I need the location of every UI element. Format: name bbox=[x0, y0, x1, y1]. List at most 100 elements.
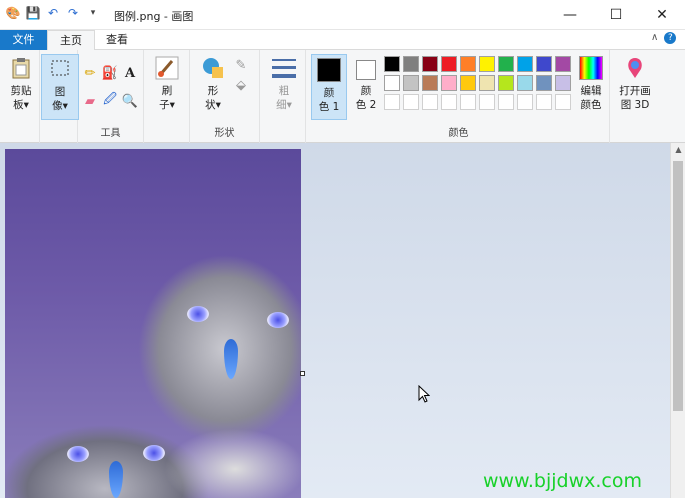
palette-swatch[interactable] bbox=[498, 56, 514, 72]
paint3d-icon bbox=[628, 58, 642, 78]
palette-swatch[interactable] bbox=[441, 94, 457, 110]
window-title: 图例.png - 画图 bbox=[114, 10, 194, 23]
palette-swatch[interactable] bbox=[384, 94, 400, 110]
pencil-icon[interactable]: ✏ bbox=[81, 64, 99, 82]
outline-icon[interactable]: ✎ bbox=[232, 56, 250, 74]
owl-eye bbox=[187, 306, 209, 322]
palette-swatch[interactable] bbox=[536, 75, 552, 91]
maximize-button[interactable]: ☐ bbox=[593, 0, 639, 30]
image-label: 图 像▾ bbox=[52, 86, 68, 112]
resize-handle[interactable] bbox=[300, 371, 305, 376]
colors-group-label: 颜色 bbox=[448, 128, 469, 139]
shapes-group: 形 状▾ ✎ ⬙ 形状 bbox=[190, 50, 260, 143]
palette-swatch[interactable] bbox=[517, 75, 533, 91]
owl-beak bbox=[109, 461, 123, 498]
tab-file[interactable]: 文件 bbox=[0, 30, 47, 50]
brushes-button[interactable]: 刷 子▾ bbox=[148, 54, 186, 120]
shapes-label: 形 状▾ bbox=[205, 85, 221, 111]
color-picker-icon[interactable]: 🖉 bbox=[101, 92, 119, 110]
tools-group-label: 工具 bbox=[100, 128, 121, 139]
eraser-icon[interactable]: ▰ bbox=[81, 92, 99, 110]
tab-view[interactable]: 查看 bbox=[94, 30, 140, 50]
palette-swatch[interactable] bbox=[479, 75, 495, 91]
palette-swatch[interactable] bbox=[555, 94, 571, 110]
palette-swatch[interactable] bbox=[479, 94, 495, 110]
minimize-button[interactable]: — bbox=[547, 0, 593, 30]
scroll-thumb[interactable] bbox=[673, 161, 683, 411]
owl-eye bbox=[267, 312, 289, 328]
tools-group: ✏ ⛽ A ▰ 🖉 🔍 工具 bbox=[78, 50, 144, 143]
maximize-icon: ☐ bbox=[609, 7, 623, 23]
palette-swatch[interactable] bbox=[441, 56, 457, 72]
tab-home[interactable]: 主页 bbox=[47, 30, 95, 51]
palette-swatch[interactable] bbox=[403, 56, 419, 72]
magnifier-icon[interactable]: 🔍 bbox=[121, 92, 139, 110]
palette-swatch[interactable] bbox=[460, 56, 476, 72]
palette-swatch[interactable] bbox=[422, 94, 438, 110]
palette-swatch[interactable] bbox=[422, 56, 438, 72]
customize-dropdown-icon[interactable]: ▾ bbox=[86, 6, 100, 20]
text-icon[interactable]: A bbox=[121, 64, 139, 82]
shapes-button[interactable]: 形 状▾ bbox=[194, 54, 232, 120]
scroll-up-icon[interactable]: ▲ bbox=[671, 145, 685, 159]
palette-swatch[interactable] bbox=[555, 75, 571, 91]
palette-swatch[interactable] bbox=[403, 75, 419, 91]
collapse-ribbon-icon[interactable]: ∧ bbox=[651, 32, 658, 44]
undo-icon[interactable]: ↶ bbox=[46, 6, 60, 20]
palette-swatch[interactable] bbox=[517, 94, 533, 110]
palette-swatch[interactable] bbox=[517, 56, 533, 72]
close-icon: ✕ bbox=[656, 7, 668, 23]
title-bar: 🎨 💾 ↶ ↷ ▾ 图例.png - 画图 — ☐ ✕ bbox=[0, 0, 685, 30]
size-button[interactable]: 粗 细▾ bbox=[265, 54, 303, 120]
color1-swatch bbox=[317, 58, 341, 82]
edit-colors-icon bbox=[579, 56, 603, 80]
palette-swatch[interactable] bbox=[555, 56, 571, 72]
owl-image[interactable] bbox=[5, 149, 301, 498]
open-paint3d-button[interactable]: 打开画 图 3D bbox=[614, 54, 656, 120]
color1-button[interactable]: 颜 色 1 bbox=[311, 54, 347, 120]
paint3d-label: 打开画 图 3D bbox=[619, 85, 651, 111]
mouse-cursor-icon bbox=[418, 385, 430, 403]
shapes-group-label: 形状 bbox=[214, 128, 235, 139]
shapes-icon bbox=[203, 58, 223, 78]
palette-swatch[interactable] bbox=[479, 56, 495, 72]
palette-swatch[interactable] bbox=[422, 75, 438, 91]
clipboard-button[interactable]: 剪贴 板▾ bbox=[2, 54, 40, 120]
help-icon[interactable]: ? bbox=[664, 32, 677, 44]
owl-eye bbox=[143, 445, 165, 461]
paint-app-icon[interactable]: 🎨 bbox=[6, 6, 21, 20]
size-group: 粗 细▾ bbox=[262, 50, 306, 143]
color2-button[interactable]: 颜 色 2 bbox=[348, 54, 384, 120]
ribbon: 剪贴 板▾ 图 像▾ ✏ ⛽ A ▰ 🖉 🔍 工具 刷 子▾ 形 状▾ ✎ ⬙ … bbox=[0, 50, 685, 143]
ribbon-tabs: 文件 主页 查看 bbox=[0, 30, 685, 51]
close-button[interactable]: ✕ bbox=[639, 0, 685, 30]
palette-swatch[interactable] bbox=[498, 75, 514, 91]
color2-swatch bbox=[356, 60, 376, 80]
vertical-scrollbar[interactable]: ▲ bbox=[670, 143, 685, 498]
image-button[interactable]: 图 像▾ bbox=[41, 54, 79, 120]
fill-icon[interactable]: ⛽ bbox=[101, 64, 119, 82]
palette-swatch[interactable] bbox=[403, 94, 419, 110]
palette-swatch[interactable] bbox=[498, 94, 514, 110]
palette-swatch[interactable] bbox=[460, 94, 476, 110]
ribbon-options: ∧ ? bbox=[651, 32, 677, 44]
edit-colors-button[interactable]: 编辑 颜色 bbox=[572, 54, 610, 120]
select-icon bbox=[51, 60, 69, 76]
palette-swatch[interactable] bbox=[536, 56, 552, 72]
redo-icon[interactable]: ↷ bbox=[66, 6, 80, 20]
clipboard-group: 剪贴 板▾ bbox=[0, 50, 40, 143]
palette-swatch[interactable] bbox=[384, 56, 400, 72]
palette-swatch[interactable] bbox=[460, 75, 476, 91]
brushes-group: 刷 子▾ bbox=[144, 50, 190, 143]
palette-swatch[interactable] bbox=[384, 75, 400, 91]
quick-access-toolbar: 🎨 💾 ↶ ↷ ▾ bbox=[6, 6, 100, 20]
edit-colors-label: 编辑 颜色 bbox=[580, 85, 602, 111]
color-palette bbox=[384, 56, 574, 116]
palette-swatch[interactable] bbox=[441, 75, 457, 91]
save-icon[interactable]: 💾 bbox=[26, 6, 41, 20]
owl-eye bbox=[67, 446, 89, 462]
brushes-label: 刷 子▾ bbox=[159, 85, 175, 111]
shape-fill-icon[interactable]: ⬙ bbox=[232, 76, 250, 94]
color1-label: 颜 色 1 bbox=[318, 87, 340, 113]
palette-swatch[interactable] bbox=[536, 94, 552, 110]
